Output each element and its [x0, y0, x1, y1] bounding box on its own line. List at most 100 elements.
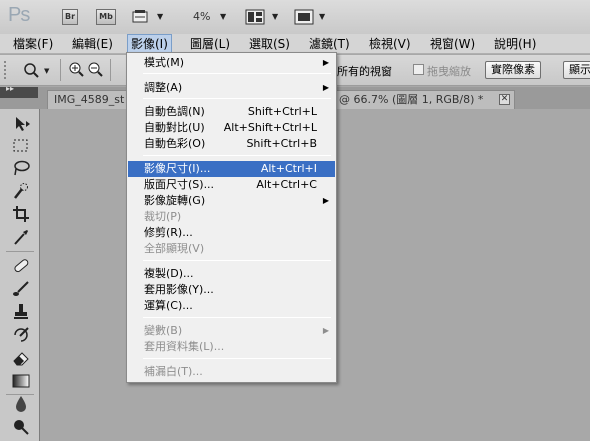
menu-item-duplicate[interactable]: 複製(D)... [128, 266, 335, 282]
eyedropper-tool[interactable] [10, 228, 32, 246]
magnifier-icon: ▼ [24, 63, 50, 78]
menu-file[interactable]: 檔案(F) [10, 34, 56, 54]
menu-separator [143, 155, 331, 156]
history-brush-tool[interactable] [10, 326, 32, 344]
divider [110, 59, 111, 81]
fit-screen-button[interactable]: 顯示 [563, 61, 590, 79]
crop-icon [13, 206, 29, 222]
clone-stamp-tool[interactable] [10, 303, 32, 321]
move-tool[interactable] [10, 115, 32, 133]
submenu-arrow-icon: ▶ [322, 196, 329, 205]
tab-document-info-text: @ 66.7% (圖層 1, RGB/8) * [339, 93, 484, 106]
chevron-down-icon: ▼ [272, 12, 279, 21]
menu-window[interactable]: 視窗(W) [427, 34, 478, 54]
image-menu-dropdown: 模式(M) ▶ 調整(A) ▶ 自動色調(N) Shift+Ctrl+L 自動對比(U… [126, 52, 337, 383]
zoom-out-icon [88, 62, 103, 77]
gradient-icon [12, 374, 30, 388]
menu-select[interactable]: 選取(S) [246, 34, 293, 54]
menu-item-trim[interactable]: 修剪(R)... [128, 225, 335, 241]
menu-layer[interactable]: 圖層(L) [187, 34, 233, 54]
zoom-tool-preset[interactable]: ▼ [22, 61, 50, 82]
photoshop-logo: Ps [8, 4, 30, 26]
options-grip[interactable] [4, 61, 10, 79]
screen-mode-icon [294, 9, 314, 25]
menu-item-auto-color[interactable]: 自動色彩(O) Shift+Ctrl+B [128, 136, 335, 152]
submenu-arrow-icon: ▶ [322, 83, 329, 92]
bandage-icon [14, 259, 29, 273]
zoom-level[interactable]: 4% [193, 10, 210, 23]
blur-tool[interactable] [10, 395, 32, 413]
menu-item-variables: 變數(B) ▶ [144, 324, 329, 337]
lasso-icon [14, 160, 30, 176]
menu-item-apply-data-set: 套用資料集(L)... [144, 340, 225, 353]
eraser-icon [13, 352, 29, 366]
healing-brush-tool[interactable] [10, 257, 32, 275]
quick-selection-icon [14, 183, 28, 199]
brush-tool[interactable] [10, 280, 32, 298]
application-bar: Ps Br Mb ▼ 4% ▼ ▼ ▼ [0, 0, 590, 34]
submenu-arrow-icon: ▶ [322, 58, 329, 67]
brush-icon [13, 281, 29, 296]
menu-separator [143, 358, 331, 359]
menu-item-mode[interactable]: 模式(M) ▶ [128, 55, 335, 71]
menu-view[interactable]: 檢視(V) [366, 34, 414, 54]
marquee-tool[interactable] [10, 137, 32, 155]
tab-document[interactable]: IMG_4589_st [47, 90, 129, 109]
collapse-icon[interactable]: ▸▸ [6, 84, 14, 93]
zoom-in-button[interactable] [68, 61, 86, 82]
zoom-out-button[interactable] [87, 61, 105, 82]
drop-icon [16, 396, 26, 412]
stamp-icon [14, 304, 28, 319]
chevron-down-icon: ▼ [319, 12, 326, 21]
extras-icon [132, 10, 148, 23]
history-brush-icon [14, 327, 29, 342]
menu-help[interactable]: 說明(H) [491, 34, 539, 54]
tab-document-info[interactable]: @ 66.7% (圖層 1, RGB/8) * ✕ [337, 90, 515, 109]
scrubby-zoom-label: 拖曳縮放 [427, 65, 471, 78]
menu-bar: 檔案(F) 編輯(E) 影像(I) 圖層(L) 選取(S) 濾鏡(T) 檢視(V… [0, 34, 590, 54]
menu-image[interactable]: 影像(I) [127, 34, 172, 54]
quick-selection-tool[interactable] [10, 182, 32, 200]
menu-separator [143, 260, 331, 261]
menu-separator [143, 98, 331, 99]
menu-filter[interactable]: 濾鏡(T) [306, 34, 353, 54]
zoom-in-icon [69, 62, 84, 77]
actual-pixels-button[interactable]: 實際像素 [485, 61, 541, 79]
eraser-tool[interactable] [10, 349, 32, 367]
divider [60, 59, 61, 81]
menu-item-crop: 裁切(P) [144, 210, 182, 223]
crop-tool[interactable] [10, 205, 32, 223]
screen-mode-button[interactable] [294, 9, 316, 25]
menu-separator [143, 73, 331, 74]
fit-all-windows-label[interactable]: 所有的視窗 [337, 63, 392, 79]
lasso-tool[interactable] [10, 159, 32, 177]
menu-item-calculations[interactable]: 運算(C)... [128, 298, 335, 314]
close-icon[interactable]: ✕ [499, 94, 510, 105]
menu-item-auto-tone[interactable]: 自動色調(N) Shift+Ctrl+L [128, 104, 335, 120]
menu-item-adjustments[interactable]: 調整(A) ▶ [128, 80, 335, 96]
arrange-icon [245, 9, 265, 25]
eyedropper-icon [14, 230, 28, 245]
chevron-down-icon: ▼ [157, 12, 164, 21]
dodge-icon [14, 420, 29, 435]
menu-separator [143, 317, 331, 318]
menu-item-reveal-all: 全部顯現(V) [144, 242, 205, 255]
menu-item-image-size[interactable]: 影像尺寸(I)... Alt+Ctrl+I [128, 161, 335, 177]
menu-item-image-rotation[interactable]: 影像旋轉(G) ▶ [128, 193, 335, 209]
chevron-down-icon: ▼ [220, 12, 227, 21]
toolbox-header[interactable]: ▸▸ [0, 84, 38, 98]
arrange-documents-button[interactable] [245, 9, 267, 25]
dodge-tool[interactable] [10, 418, 32, 436]
move-icon [16, 117, 30, 131]
submenu-arrow-icon: ▶ [322, 326, 329, 335]
menu-item-canvas-size[interactable]: 版面尺寸(S)... Alt+Ctrl+C [128, 177, 335, 193]
menu-item-auto-contrast[interactable]: 自動對比(U) Alt+Shift+Ctrl+L [128, 120, 335, 136]
toolbox-divider [6, 251, 34, 252]
menu-edit[interactable]: 編輯(E) [69, 34, 116, 54]
menu-item-apply-image[interactable]: 套用影像(Y)... [128, 282, 335, 298]
gradient-tool[interactable] [10, 372, 32, 390]
mini-bridge-button[interactable]: Mb [96, 9, 116, 25]
scrubby-zoom-checkbox[interactable] [413, 64, 424, 75]
bridge-button[interactable]: Br [62, 9, 78, 25]
extras-menu-button[interactable] [132, 9, 154, 25]
